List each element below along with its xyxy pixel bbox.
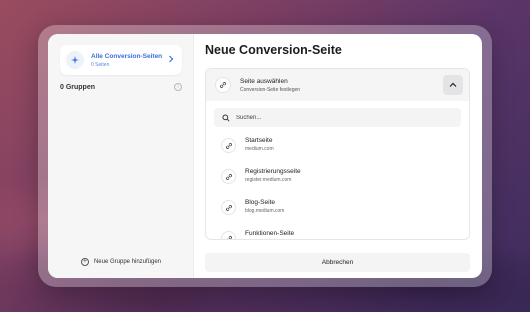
all-conversion-pages-button[interactable]: Alle Conversion-Seiten 0 Seiten — [60, 45, 182, 75]
main-content: Neue Conversion-Seite Seite auswählen Co… — [194, 34, 482, 278]
all-pages-text: Alle Conversion-Seiten 0 Seiten — [91, 53, 168, 68]
sparkle-icon — [66, 51, 84, 69]
page-name: Startseite — [245, 137, 273, 144]
app-window: Alle Conversion-Seiten 0 Seiten 0 Gruppe… — [48, 34, 482, 278]
collapse-button[interactable] — [443, 75, 463, 95]
link-icon — [221, 200, 236, 215]
link-icon — [221, 231, 236, 239]
list-item[interactable]: Blog-Seite blog.medium.com — [206, 195, 469, 226]
groups-count-label: 0 Gruppen — [60, 83, 96, 91]
page-list: Startseite medium.com Registrierungsseit… — [206, 133, 469, 239]
search-input[interactable] — [236, 114, 436, 121]
list-item-text: Registrierungsseite register.medium.com — [245, 168, 301, 183]
list-item[interactable]: Funktionen-Seite — [206, 226, 469, 239]
page-name: Funktionen-Seite — [245, 230, 295, 237]
page-select-title: Seite auswählen — [240, 77, 288, 85]
page-url: register.medium.com — [245, 177, 292, 183]
list-item-text: Blog-Seite blog.medium.com — [245, 199, 284, 214]
link-icon — [221, 169, 236, 184]
cancel-button-label: Abbrechen — [321, 259, 354, 266]
page-name: Blog-Seite — [245, 199, 275, 206]
page-select-text: Seite auswählen Conversion-Seite festleg… — [240, 78, 300, 93]
chevron-up-icon — [449, 82, 457, 87]
list-item[interactable]: Registrierungsseite register.medium.com — [206, 164, 469, 195]
plus-circle-icon: + — [80, 258, 89, 266]
add-group-button[interactable]: + Neue Gruppe hinzufügen — [48, 258, 194, 266]
page-url: blog.medium.com — [245, 208, 285, 214]
page-url: medium.com — [245, 146, 274, 152]
page-name: Registrierungsseite — [245, 168, 301, 175]
list-item-text: Startseite medium.com — [245, 137, 274, 152]
link-icon — [215, 77, 231, 93]
add-group-label: Neue Gruppe hinzufügen — [93, 259, 162, 265]
list-item-text: Funktionen-Seite — [245, 230, 294, 239]
page-select-header[interactable]: Seite auswählen Conversion-Seite festleg… — [206, 69, 469, 101]
page-title: Neue Conversion-Seite — [205, 43, 342, 57]
search-field[interactable] — [214, 108, 461, 127]
page-select-panel: Seite auswählen Conversion-Seite festleg… — [205, 68, 470, 240]
cancel-button[interactable]: Abbrechen — [205, 253, 470, 272]
link-icon — [221, 138, 236, 153]
sidebar: Alle Conversion-Seiten 0 Seiten 0 Gruppe… — [48, 34, 194, 278]
chevron-right-icon — [168, 55, 174, 65]
list-item[interactable]: Startseite medium.com — [206, 133, 469, 164]
search-icon — [222, 109, 230, 127]
all-pages-count: 0 Seiten — [91, 61, 110, 68]
info-icon[interactable]: i — [174, 83, 182, 91]
groups-header: 0 Gruppen i — [60, 83, 182, 91]
page-select-subtitle: Conversion-Seite festlegen — [240, 86, 301, 93]
all-pages-title: Alle Conversion-Seiten — [91, 52, 163, 60]
